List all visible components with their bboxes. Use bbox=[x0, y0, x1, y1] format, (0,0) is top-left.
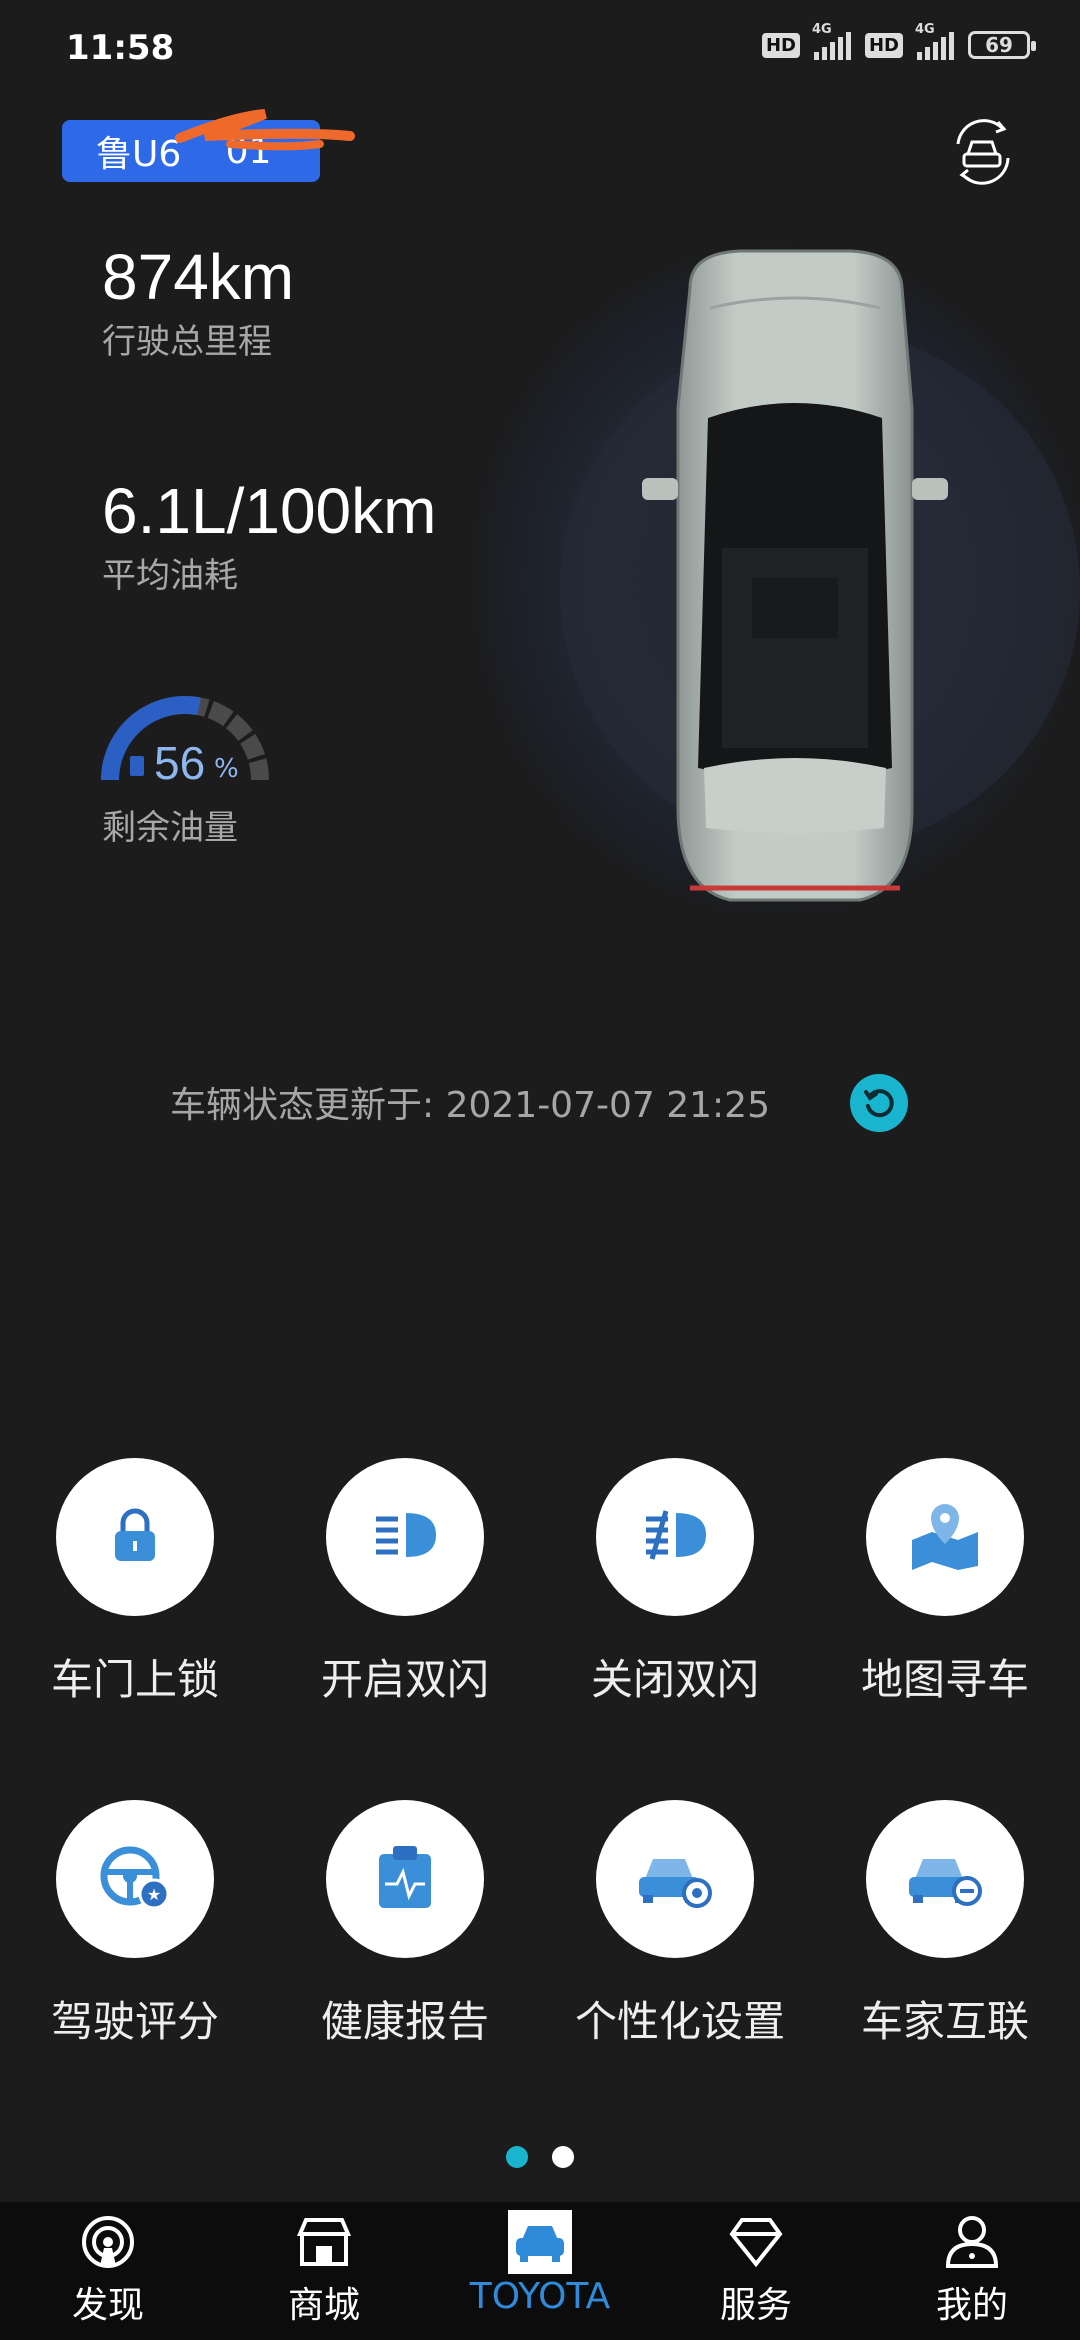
page-dot[interactable] bbox=[552, 2146, 574, 2168]
health-report-icon bbox=[373, 1842, 437, 1916]
steering-wheel-icon: ★ bbox=[98, 1842, 172, 1916]
store-icon bbox=[244, 2212, 404, 2272]
action-label: 个性化设置 bbox=[575, 1997, 786, 2046]
tab-discover[interactable]: 发现 bbox=[28, 2212, 188, 2328]
page-dot-active[interactable] bbox=[506, 2146, 528, 2168]
action-circle[interactable] bbox=[866, 1458, 1024, 1616]
action-circle[interactable] bbox=[56, 1458, 214, 1616]
tab-diamond[interactable]: 服务 bbox=[676, 2212, 836, 2328]
tab-car[interactable]: TOYOTA bbox=[460, 2210, 620, 2317]
action-steering-wheel[interactable]: ★ 驾驶评分 bbox=[35, 1800, 235, 2049]
headlight-on-icon bbox=[370, 1503, 440, 1571]
diamond-icon bbox=[676, 2212, 836, 2272]
car-link-icon bbox=[905, 1845, 985, 1913]
action-label: 关闭双闪 bbox=[590, 1655, 759, 1704]
car-settings-icon bbox=[635, 1845, 715, 1913]
fuel-pump-icon bbox=[130, 756, 144, 776]
action-circle[interactable] bbox=[866, 1800, 1024, 1958]
car-top-view-image bbox=[642, 249, 948, 902]
discover-icon bbox=[28, 2212, 188, 2272]
tab-profile[interactable]: 我的 bbox=[892, 2212, 1052, 2328]
action-circle[interactable] bbox=[326, 1800, 484, 1958]
mileage-label: 行驶总里程 bbox=[102, 322, 272, 362]
switch-car-icon[interactable] bbox=[946, 114, 1018, 186]
svg-text:★: ★ bbox=[147, 1885, 161, 1904]
plate-text: 鲁U6 bbox=[96, 134, 182, 175]
action-circle[interactable] bbox=[326, 1458, 484, 1616]
action-car-settings[interactable]: 个性化设置 bbox=[575, 1800, 786, 2049]
action-headlight-on[interactable]: 开启双闪 bbox=[305, 1458, 505, 1707]
action-label: 驾驶评分 bbox=[50, 1997, 219, 2046]
action-circle[interactable]: ★ bbox=[56, 1800, 214, 1958]
action-label: 车门上锁 bbox=[50, 1655, 219, 1704]
action-health-report[interactable]: 健康报告 bbox=[305, 1800, 505, 2049]
action-circle[interactable] bbox=[596, 1800, 754, 1958]
signal-icon: 4G bbox=[812, 22, 851, 60]
action-lock[interactable]: 车门上锁 bbox=[35, 1458, 235, 1707]
fuel-level-unit: % bbox=[214, 754, 239, 784]
action-label: 健康报告 bbox=[320, 1997, 489, 2046]
action-headlight-off[interactable]: 关闭双闪 bbox=[575, 1458, 775, 1707]
fuel-level-label: 剩余油量 bbox=[102, 808, 238, 848]
tab-label: TOYOTA bbox=[469, 2276, 611, 2317]
fuel-gauge: 56 % bbox=[100, 694, 280, 789]
status-time: 11:58 bbox=[66, 28, 175, 68]
fuel-consumption-value: 6.1L/100km bbox=[102, 475, 437, 547]
map-pin-icon bbox=[908, 1500, 982, 1574]
fuel-consumption-label: 平均油耗 bbox=[102, 556, 238, 596]
tab-label: 发现 bbox=[71, 2285, 144, 2326]
mileage-block: 874km 行驶总里程 bbox=[102, 240, 294, 363]
action-label: 地图寻车 bbox=[860, 1655, 1029, 1704]
redaction-scribble bbox=[175, 109, 355, 151]
refresh-icon bbox=[864, 1089, 894, 1118]
action-map-pin[interactable]: 地图寻车 bbox=[845, 1458, 1045, 1707]
refresh-button[interactable] bbox=[850, 1074, 908, 1132]
tab-label: 商城 bbox=[287, 2285, 360, 2326]
headlight-off-icon bbox=[640, 1503, 710, 1571]
action-label: 车家互联 bbox=[860, 1997, 1029, 2046]
action-car-link[interactable]: 车家互联 bbox=[845, 1800, 1045, 2049]
tab-store[interactable]: 商城 bbox=[244, 2212, 404, 2328]
action-circle[interactable] bbox=[596, 1458, 754, 1616]
tab-label: 服务 bbox=[719, 2285, 792, 2326]
vehicle-status-update-time: 车辆状态更新于: 2021-07-07 21:25 bbox=[170, 1085, 770, 1126]
profile-icon bbox=[892, 2212, 1052, 2272]
battery-icon: 69 bbox=[968, 31, 1036, 59]
lock-icon bbox=[103, 1503, 167, 1571]
status-icons: HD 4G HD 4G 69 bbox=[761, 22, 1036, 60]
hd-badge: HD bbox=[761, 32, 800, 58]
tab-label: 我的 bbox=[935, 2285, 1008, 2326]
fuel-level-value: 56 bbox=[154, 737, 206, 789]
signal-icon: 4G bbox=[915, 22, 954, 60]
car-icon bbox=[460, 2210, 620, 2274]
fuel-consumption-block: 6.1L/100km 平均油耗 bbox=[102, 474, 436, 597]
mileage-value: 874km bbox=[102, 241, 295, 313]
action-label: 开启双闪 bbox=[320, 1655, 489, 1704]
hd-badge: HD bbox=[864, 32, 903, 58]
